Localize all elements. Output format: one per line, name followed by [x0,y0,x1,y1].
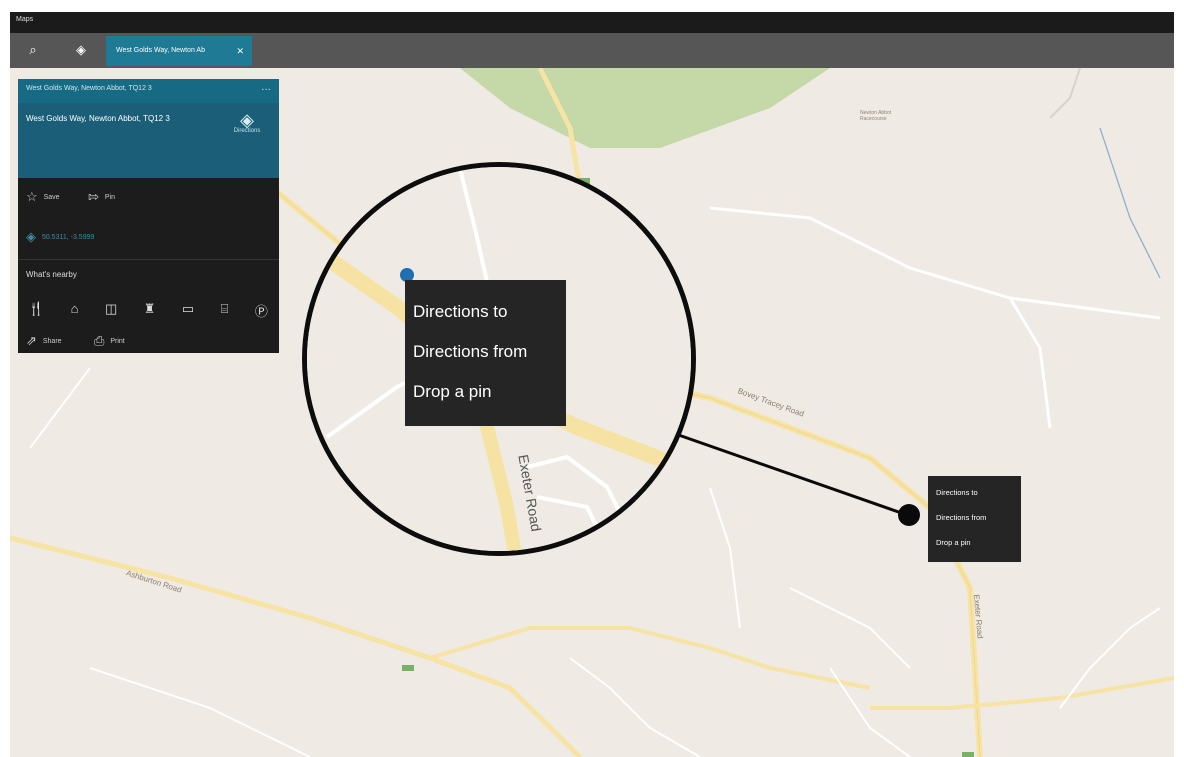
map-poi-label: Newton Abbot Racecourse [860,110,892,122]
panel-divider [18,259,279,260]
context-menu-large: Directions to Directions from Drop a pin [405,280,566,426]
pin-button[interactable]: ⇰ Pin [88,189,115,205]
pin-label: Pin [104,193,115,201]
window-title: Maps [16,16,34,23]
directions-label: Directions [233,128,261,134]
bank-icon[interactable]: ⌸ [221,301,229,320]
tab-label: West Golds Way, Newton Ab [116,47,205,54]
directions-icon: ◈ [240,110,254,130]
menu-item-drop-pin[interactable]: Drop a pin [405,382,491,402]
menu-item-directions-from-small[interactable]: Directions from [928,513,986,522]
save-button[interactable]: ☆ Save [26,189,60,205]
print-button[interactable]: ⎙ Print [94,333,125,349]
museum-icon[interactable]: ▭ [182,301,194,320]
toolbar: ⌕ ◈ West Golds Way, Newton Ab ✕ [10,33,1174,68]
directions-button[interactable]: ◈ Directions [227,110,267,137]
nearby-title: What's nearby [26,270,77,279]
coordinates-link[interactable]: ◈ 50.5311, -3.5999 [26,229,94,245]
magnifier-connector-line [669,430,911,518]
maps-window: Maps ⌕ ◈ West Golds Way, Newton Ab ✕ Bov… [10,12,1174,757]
parking-icon[interactable]: Ⓟ [255,301,268,320]
menu-item-drop-pin-small[interactable]: Drop a pin [928,538,971,547]
share-button[interactable]: ⇗ Share [26,333,62,349]
attractions-icon[interactable]: ♜ [144,301,156,320]
share-icon: ⇗ [26,333,37,348]
panel-address-block: West Golds Way, Newton Abbot, TQ12 3 ◈ D… [18,103,279,178]
more-options-button[interactable]: … [261,82,271,93]
menu-item-directions-to-small[interactable]: Directions to [928,488,978,497]
share-label: Share [42,337,62,345]
search-icon[interactable]: ⌕ [24,41,42,59]
panel-header-title: West Golds Way, Newton Abbot, TQ12 3 [26,85,152,92]
nearby-icons-row: 🍴 ⌂ ◫ ♜ ▭ ⌸ Ⓟ [28,301,268,320]
directions-icon[interactable]: ◈ [72,41,90,59]
save-label: Save [43,193,60,201]
shopping-icon[interactable]: ◫ [105,301,117,320]
menu-item-directions-to[interactable]: Directions to [405,302,507,322]
close-tab-icon[interactable]: ✕ [236,36,244,66]
print-icon: ⎙ [94,333,105,348]
location-icon: ◈ [26,229,36,244]
location-panel: West Golds Way, Newton Abbot, TQ12 3 … W… [18,79,279,353]
restaurant-icon[interactable]: 🍴 [28,301,44,320]
context-menu-small: Directions to Directions from Drop a pin [928,476,1021,562]
title-bar: Maps [10,12,1174,33]
panel-header: West Golds Way, Newton Abbot, TQ12 3 … [18,79,279,103]
print-label: Print [110,337,125,345]
tab-location[interactable]: West Golds Way, Newton Ab ✕ [106,36,252,66]
pin-icon: ⇰ [88,189,99,204]
star-icon: ☆ [26,189,38,204]
panel-address: West Golds Way, Newton Abbot, TQ12 3 [26,114,170,123]
hotel-icon[interactable]: ⌂ [71,301,79,320]
menu-item-directions-from[interactable]: Directions from [405,342,527,362]
coordinates-text: 50.5311, -3.5999 [41,233,95,241]
